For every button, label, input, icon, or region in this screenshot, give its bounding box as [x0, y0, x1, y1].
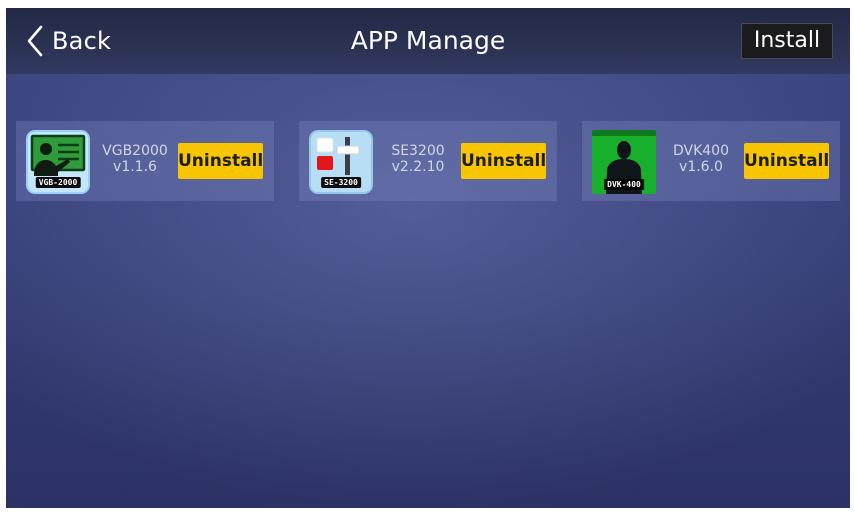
app-name: SE3200	[391, 143, 445, 159]
switcher-fader-icon[interactable]: SE-3200	[309, 130, 373, 194]
presentation-board-icon[interactable]: VGB-2000	[26, 130, 90, 194]
uninstall-button[interactable]: Uninstall	[461, 143, 546, 179]
app-info: DVK400 v1.6.0	[660, 143, 742, 175]
chevron-left-icon	[27, 25, 43, 57]
uninstall-button[interactable]: Uninstall	[744, 143, 829, 179]
app-card-vgb2000: VGB-2000 VGB2000 v1.1.6 Uninstall	[16, 121, 274, 201]
uninstall-button[interactable]: Uninstall	[178, 143, 263, 179]
back-button[interactable]: Back	[26, 24, 111, 58]
app-version: v1.1.6	[113, 159, 157, 175]
top-bar: Back APP Manage Install	[6, 8, 850, 74]
app-icon-label: VGB-2000	[35, 177, 81, 188]
page-title: APP Manage	[350, 26, 506, 55]
app-info: SE3200 v2.2.10	[377, 143, 459, 175]
app-version: v1.6.0	[679, 159, 723, 175]
app-card-dvk400: DVK-400 DVK400 v1.6.0 Uninstall	[582, 121, 840, 201]
app-icon-label: SE-3200	[321, 177, 361, 188]
app-version: v2.2.10	[391, 159, 445, 175]
app-name: DVK400	[672, 143, 729, 159]
app-card-se3200: SE-3200 SE3200 v2.2.10 Uninstall	[299, 121, 557, 201]
chroma-key-person-icon[interactable]: DVK-400	[592, 130, 656, 194]
app-name: VGB2000	[102, 143, 168, 159]
app-icon-label: DVK-400	[604, 179, 644, 190]
app-info: VGB2000 v1.1.6	[94, 143, 176, 175]
app-manage-screen: Back APP Manage Install VGB-2000 VGB2000…	[6, 8, 850, 508]
back-label: Back	[52, 27, 112, 55]
install-button[interactable]: Install	[741, 23, 833, 59]
